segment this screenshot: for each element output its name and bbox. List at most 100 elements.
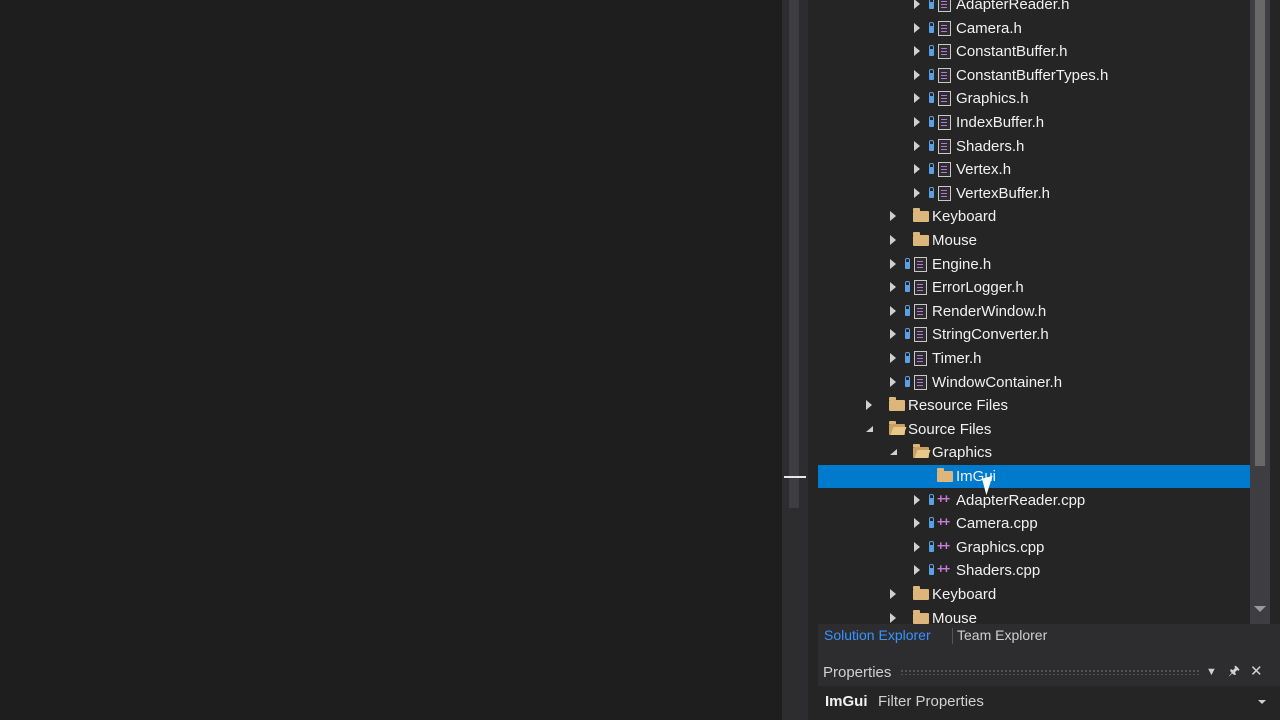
scrollbar-thumb[interactable]: [1255, 0, 1265, 466]
tree-item-label: Graphics: [932, 444, 993, 462]
source-control-lock-icon: [929, 21, 934, 33]
editor-scrollbar-position-marker: [784, 476, 806, 478]
header-file-icon: [914, 374, 927, 390]
tab-divider: [952, 628, 953, 644]
header-file-icon: [938, 20, 951, 36]
tree-item-label: ErrorLogger.h: [932, 279, 1024, 297]
tree-folder[interactable]: ImGui: [818, 465, 1250, 488]
tree-item-label: Vertex.h: [956, 161, 1012, 179]
collapsed-arrow-icon[interactable]: [914, 565, 920, 576]
tree-item-label: Shaders.h: [956, 137, 1025, 155]
folder-open-icon: [889, 420, 905, 435]
collapsed-arrow-icon[interactable]: [890, 235, 896, 245]
collapsed-arrow-icon[interactable]: [914, 164, 920, 175]
tree-file[interactable]: WindowContainer.h: [818, 371, 1250, 394]
collapsed-arrow-icon[interactable]: [890, 282, 896, 293]
tree-file[interactable]: Timer.h: [818, 347, 1250, 370]
tree-item-label: Camera.h: [956, 19, 1022, 37]
tree-file[interactable]: Engine.h: [818, 253, 1250, 276]
collapsed-arrow-icon[interactable]: [890, 353, 896, 363]
tree-file[interactable]: ConstantBufferTypes.h: [818, 64, 1250, 87]
collapsed-arrow-icon[interactable]: [890, 376, 896, 387]
tree-item-label: Engine.h: [932, 255, 992, 273]
tree-file[interactable]: RenderWindow.h: [818, 300, 1250, 323]
collapsed-arrow-icon[interactable]: [914, 69, 920, 80]
collapsed-arrow-icon[interactable]: [914, 140, 920, 151]
solution-explorer-tree[interactable]: AdapterReader.h Camera.h ConstantBuffer.h C…: [818, 0, 1280, 624]
tree-item-label: RenderWindow.h: [932, 302, 1047, 320]
expanded-arrow-icon[interactable]: [890, 449, 897, 456]
collapsed-arrow-icon[interactable]: [890, 612, 896, 623]
editor-scrollbar-track[interactable]: [789, 0, 799, 508]
tree-file[interactable]: VertexBuffer.h: [818, 182, 1250, 205]
tree-file[interactable]: ++ AdapterReader.cpp: [818, 489, 1250, 512]
collapsed-arrow-icon[interactable]: [890, 258, 896, 269]
collapsed-arrow-icon[interactable]: [914, 494, 920, 505]
collapsed-arrow-icon[interactable]: [914, 541, 920, 552]
close-icon[interactable]: ✕: [1250, 662, 1263, 680]
header-file-icon: [914, 327, 927, 343]
collapsed-arrow-icon[interactable]: [914, 93, 920, 104]
tree-folder[interactable]: Resource Files: [818, 394, 1250, 417]
header-file-icon: [914, 351, 927, 366]
cpp-file-icon: ++: [937, 490, 950, 506]
tree-file[interactable]: ++ Shaders.cpp: [818, 559, 1250, 582]
header-file-icon: [914, 303, 927, 319]
expanded-arrow-icon[interactable]: [866, 425, 873, 432]
chevron-down-icon[interactable]: [1258, 700, 1266, 704]
tree-file[interactable]: Shaders.h: [818, 135, 1250, 158]
tree-item-label: Graphics.h: [956, 90, 1029, 108]
tab-solution-explorer[interactable]: Solution Explorer: [824, 627, 931, 643]
editor-vertical-scrollbar[interactable]: [782, 0, 808, 720]
collapsed-arrow-icon[interactable]: [890, 329, 896, 340]
header-file-icon: [938, 162, 951, 178]
folder-icon: [913, 208, 929, 223]
collapsed-arrow-icon[interactable]: [914, 0, 920, 9]
drag-grip[interactable]: [900, 669, 1200, 675]
tree-folder[interactable]: Keyboard: [818, 205, 1250, 228]
panel-splitter[interactable]: [808, 0, 818, 720]
tree-folder[interactable]: Source Files: [818, 418, 1250, 441]
tree-file[interactable]: ++ Camera.cpp: [818, 512, 1250, 535]
source-control-lock-icon: [905, 304, 910, 316]
tree-file[interactable]: StringConverter.h: [818, 323, 1250, 346]
tree-item-label: ConstantBuffer.h: [956, 43, 1068, 61]
tree-file[interactable]: IndexBuffer.h: [818, 111, 1250, 134]
collapsed-arrow-icon[interactable]: [914, 117, 920, 127]
window-position-dropdown-icon[interactable]: ▼: [1206, 666, 1217, 678]
tree-file[interactable]: ++ Graphics.cpp: [818, 536, 1250, 559]
collapsed-arrow-icon[interactable]: [890, 305, 896, 316]
tree-file[interactable]: Graphics.h: [818, 87, 1250, 110]
tree-file[interactable]: ErrorLogger.h: [818, 276, 1250, 299]
collapsed-arrow-icon[interactable]: [914, 22, 920, 33]
folder-open-icon: [913, 444, 929, 459]
collapsed-arrow-icon[interactable]: [890, 589, 896, 599]
solution-explorer-scrollbar[interactable]: [1250, 0, 1270, 624]
tree-folder[interactable]: Mouse: [818, 229, 1250, 252]
tree-item-label: Keyboard: [932, 208, 997, 226]
code-editor-area[interactable]: [0, 0, 782, 720]
collapsed-arrow-icon[interactable]: [890, 211, 896, 222]
tree-folder[interactable]: Mouse: [818, 607, 1250, 624]
collapsed-arrow-icon[interactable]: [914, 46, 920, 57]
tool-window-tabs: Solution Explorer Team Explorer: [818, 624, 1280, 648]
panel-gap: [818, 648, 1280, 658]
tree-file[interactable]: Camera.h: [818, 17, 1250, 40]
pin-icon[interactable]: 🖈: [1228, 662, 1240, 684]
collapsed-arrow-icon[interactable]: [866, 400, 872, 411]
tree-file[interactable]: ConstantBuffer.h: [818, 40, 1250, 63]
collapsed-arrow-icon[interactable]: [914, 518, 920, 529]
scroll-down-arrow-icon[interactable]: [1254, 606, 1266, 612]
tab-team-explorer[interactable]: Team Explorer: [957, 627, 1047, 643]
tree-item-label: Keyboard: [932, 586, 997, 603]
folder-icon: [889, 397, 905, 412]
properties-object-selector[interactable]: ImGui Filter Properties: [818, 686, 1280, 720]
header-file-icon: [938, 185, 951, 201]
source-control-lock-icon: [929, 45, 934, 57]
tree-file[interactable]: AdapterReader.h: [818, 0, 1250, 16]
properties-header: Properties ▼ 🖈 ✕: [818, 658, 1280, 686]
tree-file[interactable]: Vertex.h: [818, 158, 1250, 181]
collapsed-arrow-icon[interactable]: [914, 187, 920, 198]
tree-folder[interactable]: Graphics: [818, 441, 1250, 464]
tree-folder[interactable]: Keyboard: [818, 583, 1250, 606]
